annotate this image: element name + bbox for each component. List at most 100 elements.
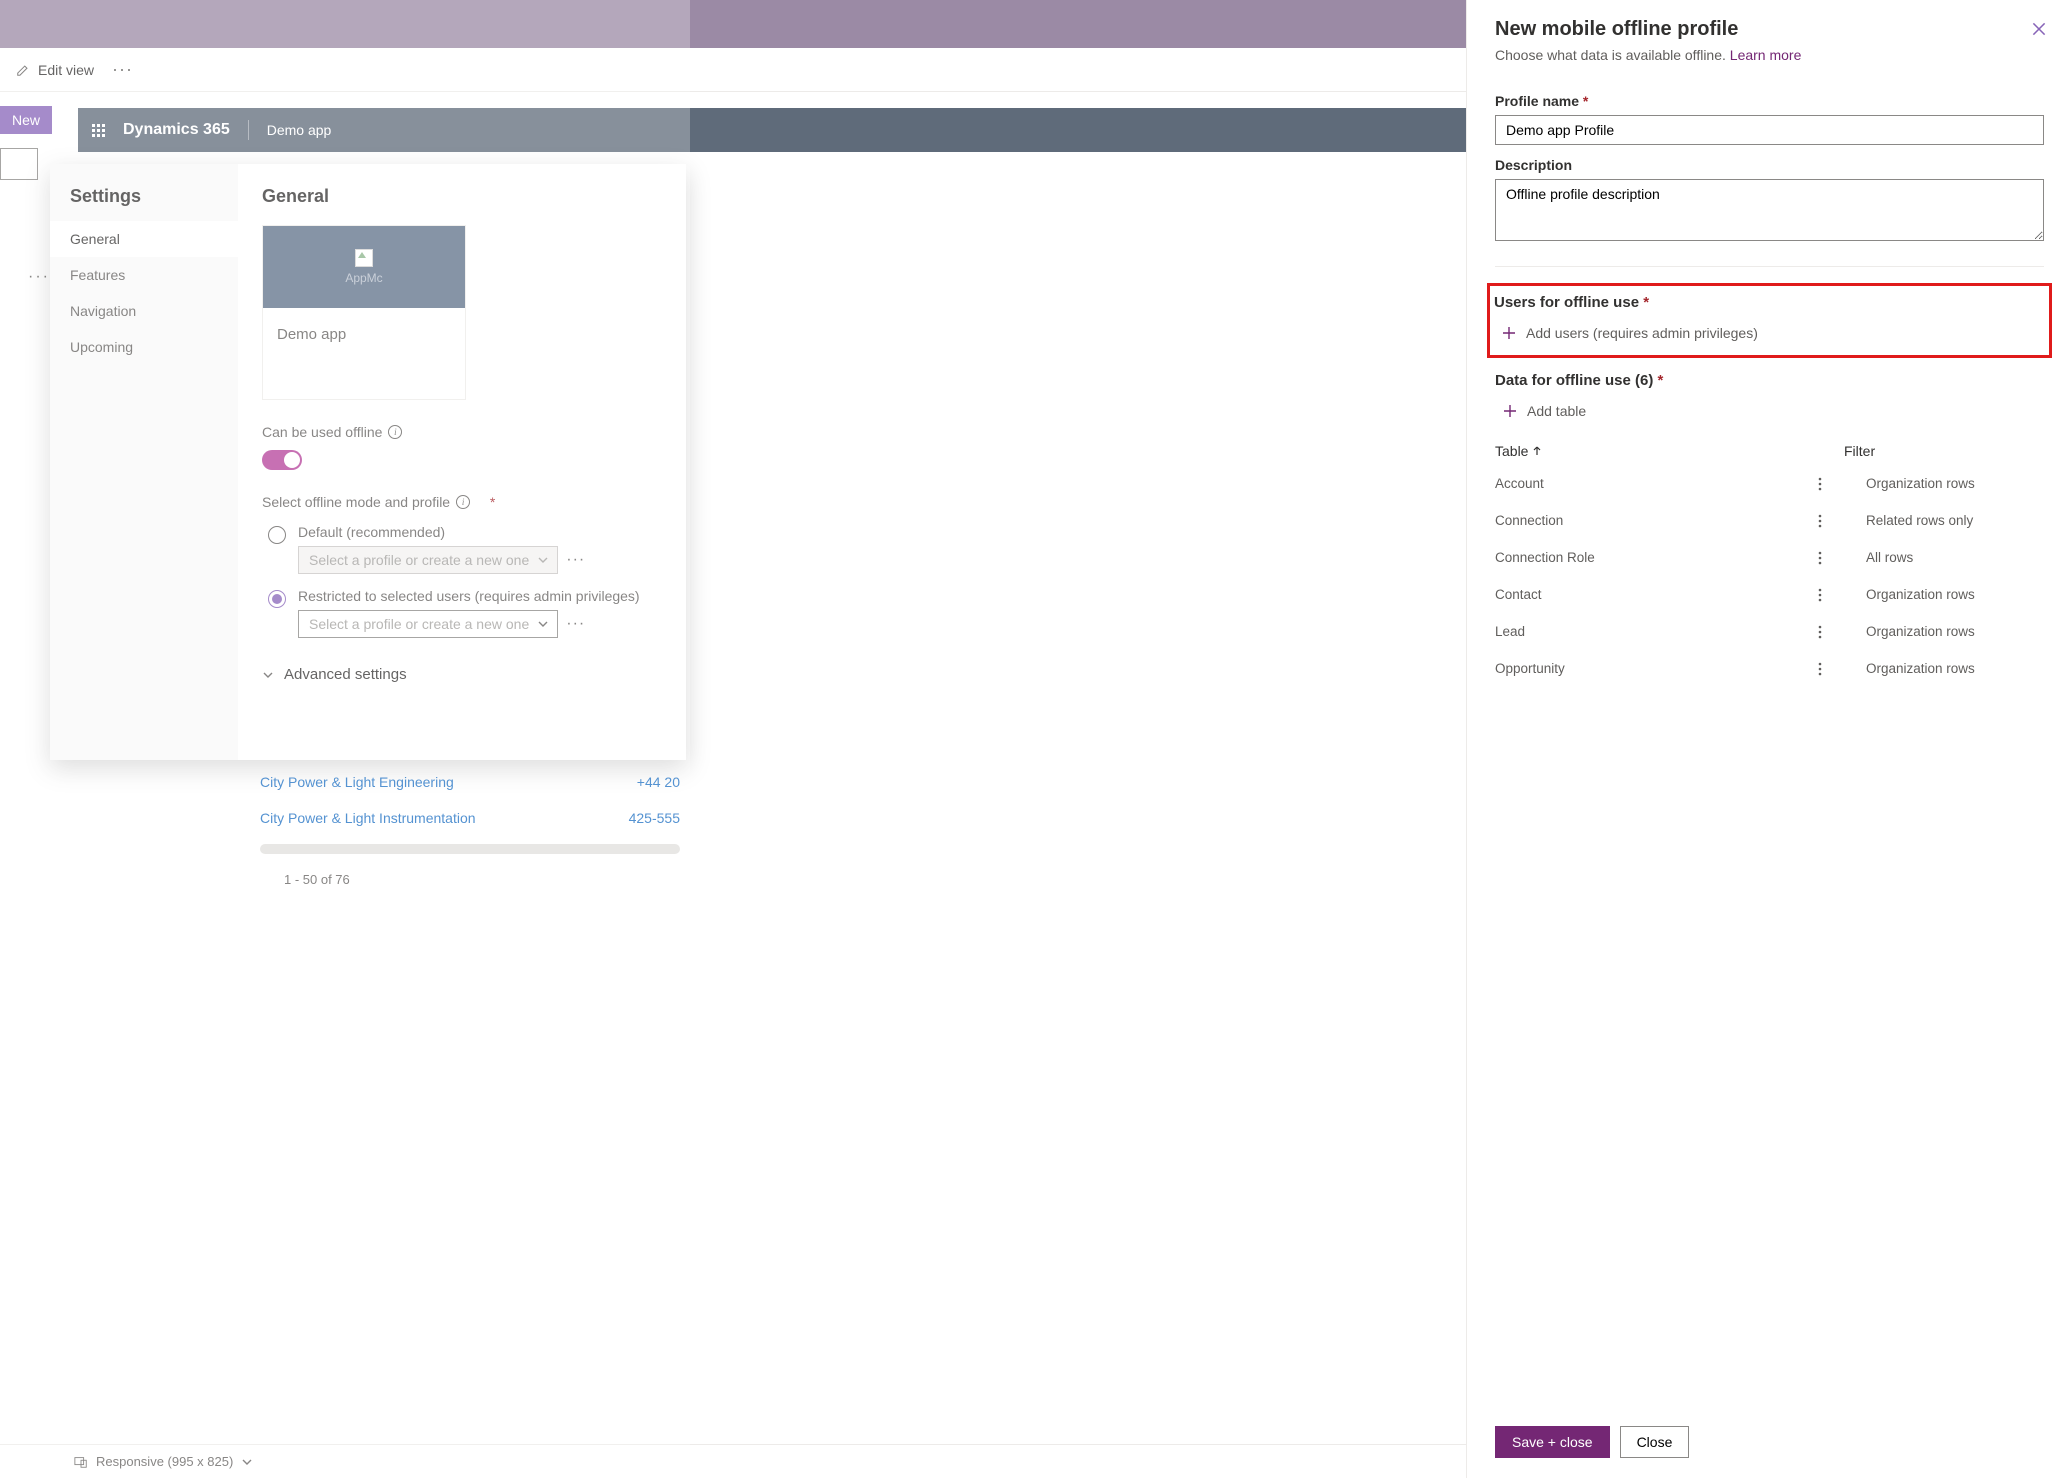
more-icon[interactable]: ··· bbox=[566, 551, 585, 569]
row-filter: Organization rows bbox=[1866, 587, 2044, 602]
plus-icon bbox=[1503, 404, 1517, 418]
row-more-icon[interactable] bbox=[1818, 551, 1866, 565]
more-icon[interactable]: ··· bbox=[112, 59, 133, 80]
table-row[interactable]: Connection Role All rows bbox=[1495, 539, 2044, 576]
table-row[interactable]: City Power & Light Instrumentation 425-5… bbox=[260, 800, 680, 836]
row-filter: Organization rows bbox=[1866, 476, 2044, 491]
row-table-name: Lead bbox=[1495, 624, 1818, 639]
pager-label: 1 - 50 of 76 bbox=[260, 872, 680, 887]
panel-subtitle: Choose what data is available offline. L… bbox=[1495, 47, 2044, 63]
data-table: Table Filter AccountOrganization rowsCon… bbox=[1495, 437, 2044, 687]
more-icon[interactable]: ··· bbox=[566, 615, 585, 633]
row-more-icon[interactable] bbox=[1818, 514, 1866, 528]
profile-name-input[interactable] bbox=[1495, 115, 2044, 145]
radio-default[interactable]: Default (recommended) Select a profile o… bbox=[262, 524, 662, 574]
offline-toggle[interactable] bbox=[262, 450, 302, 470]
profile-select-default: Select a profile or create a new one bbox=[298, 546, 558, 574]
row-filter: Related rows only bbox=[1866, 513, 2044, 528]
responsive-label: Responsive (995 x 825) bbox=[96, 1454, 233, 1469]
table-row[interactable]: Contact Organization rows bbox=[1495, 576, 2044, 613]
row-link[interactable]: City Power & Light Engineering bbox=[260, 774, 454, 790]
sidebar-item-upcoming[interactable]: Upcoming bbox=[50, 329, 238, 365]
background-data-rows: City Power & Light Engineering +44 20 Ci… bbox=[260, 764, 680, 887]
divider bbox=[1495, 266, 2044, 267]
panel-footer: Save + close Close bbox=[1467, 1411, 2072, 1478]
row-table-name: Opportunity bbox=[1495, 661, 1818, 676]
settings-panel: Settings General Features Navigation Upc… bbox=[50, 164, 686, 760]
close-button[interactable]: Close bbox=[1620, 1426, 1690, 1458]
image-placeholder-icon bbox=[355, 249, 373, 267]
chevron-down-icon bbox=[537, 618, 549, 630]
sidebar-item-general[interactable]: General bbox=[50, 221, 238, 257]
row-filter: All rows bbox=[1866, 550, 2044, 565]
chevron-down-icon bbox=[262, 669, 274, 681]
table-row[interactable]: Lead Organization rows bbox=[1495, 613, 2044, 650]
save-close-button[interactable]: Save + close bbox=[1495, 1426, 1610, 1458]
opt-restricted-label: Restricted to selected users (requires a… bbox=[298, 588, 662, 604]
table-row[interactable]: City Power & Light Engineering +44 20 bbox=[260, 764, 680, 800]
plus-icon bbox=[1502, 326, 1516, 340]
app-name-label: Demo app bbox=[267, 122, 332, 138]
app-card[interactable]: AppMc Demo app bbox=[262, 225, 466, 400]
table-row[interactable]: Account Organization rows bbox=[1495, 465, 2044, 502]
row-table-name: Connection Role bbox=[1495, 550, 1818, 565]
opt-default-label: Default (recommended) bbox=[298, 524, 662, 540]
row-table-name: Contact bbox=[1495, 587, 1818, 602]
row-phone[interactable]: 425-555 bbox=[629, 810, 680, 826]
radio-icon[interactable] bbox=[268, 590, 286, 608]
waffle-icon[interactable] bbox=[92, 124, 105, 137]
sidebar-item-navigation[interactable]: Navigation bbox=[50, 293, 238, 329]
table-row[interactable]: Opportunity Organization rows bbox=[1495, 650, 2044, 687]
horizontal-scrollbar[interactable] bbox=[260, 844, 680, 854]
settings-title: Settings bbox=[50, 164, 238, 221]
new-button[interactable]: New bbox=[0, 106, 52, 134]
row-filter: Organization rows bbox=[1866, 661, 2044, 676]
learn-more-link[interactable]: Learn more bbox=[1730, 47, 1802, 63]
info-icon[interactable]: i bbox=[388, 425, 402, 439]
app-card-img-label: AppMc bbox=[345, 271, 382, 285]
required-indicator: * bbox=[490, 494, 495, 510]
brand-label: Dynamics 365 bbox=[123, 121, 230, 139]
chevron-down-icon[interactable] bbox=[241, 1456, 253, 1468]
row-link[interactable]: City Power & Light Instrumentation bbox=[260, 810, 476, 826]
settings-content: General AppMc Demo app Can be used offli… bbox=[238, 164, 686, 760]
row-phone[interactable]: +44 20 bbox=[637, 774, 680, 790]
left-more-icon[interactable]: ··· bbox=[28, 268, 50, 286]
users-section-highlight: Users for offline use * Add users (requi… bbox=[1487, 283, 2052, 358]
close-icon[interactable] bbox=[2030, 20, 2048, 38]
row-more-icon[interactable] bbox=[1818, 477, 1866, 491]
radio-restricted[interactable]: Restricted to selected users (requires a… bbox=[262, 588, 662, 638]
row-table-name: Connection bbox=[1495, 513, 1818, 528]
radio-icon[interactable] bbox=[268, 526, 286, 544]
description-label: Description bbox=[1495, 157, 2044, 173]
row-more-icon[interactable] bbox=[1818, 625, 1866, 639]
add-users-button[interactable]: Add users (requires admin privileges) bbox=[1494, 321, 2045, 345]
settings-sidebar: Settings General Features Navigation Upc… bbox=[50, 164, 238, 760]
separator bbox=[248, 120, 249, 140]
col-table-header[interactable]: Table bbox=[1495, 443, 1844, 459]
row-table-name: Account bbox=[1495, 476, 1818, 491]
sort-up-icon bbox=[1532, 446, 1542, 456]
offline-profile-panel: New mobile offline profile Choose what d… bbox=[1466, 0, 2072, 1478]
description-input[interactable] bbox=[1495, 179, 2044, 241]
app-card-image: AppMc bbox=[263, 226, 465, 308]
row-more-icon[interactable] bbox=[1818, 662, 1866, 676]
search-box[interactable] bbox=[0, 148, 38, 180]
sidebar-item-features[interactable]: Features bbox=[50, 257, 238, 293]
table-row[interactable]: Connection Related rows only bbox=[1495, 502, 2044, 539]
col-filter-header[interactable]: Filter bbox=[1844, 443, 2044, 459]
general-heading: General bbox=[262, 186, 662, 207]
edit-view-label[interactable]: Edit view bbox=[38, 62, 94, 78]
row-filter: Organization rows bbox=[1866, 624, 2044, 639]
profile-select-restricted[interactable]: Select a profile or create a new one bbox=[298, 610, 558, 638]
row-more-icon[interactable] bbox=[1818, 588, 1866, 602]
info-icon[interactable]: i bbox=[456, 495, 470, 509]
add-table-button[interactable]: Add table bbox=[1495, 399, 2044, 423]
profile-name-label: Profile name * bbox=[1495, 93, 2044, 109]
responsive-icon bbox=[74, 1455, 88, 1469]
advanced-settings-toggle[interactable]: Advanced settings bbox=[262, 666, 662, 683]
chevron-down-icon bbox=[537, 554, 549, 566]
select-mode-label: Select offline mode and profile i * bbox=[262, 494, 662, 510]
data-heading: Data for offline use (6) * bbox=[1495, 372, 2044, 389]
users-heading: Users for offline use * bbox=[1494, 294, 2045, 311]
